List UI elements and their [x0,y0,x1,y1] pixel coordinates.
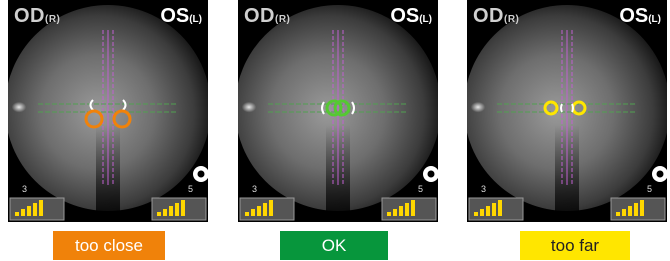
status-badge-too-close: too close [53,231,165,260]
level-right: 5 [188,184,194,194]
status-text: OK [321,235,347,255]
os-label: OS(L) [390,5,432,27]
od-label: OD(R) [473,5,520,27]
level-left: 3 [481,184,487,194]
level-left: 3 [252,184,258,194]
brightness-indicator-right [151,197,207,221]
fundus-image [238,5,438,221]
fundus-panel-too-close: OD(R) OS(L) 3 5 [8,0,208,222]
fundus-panel-ok: OD(R) OS(L) 3 5 [238,0,438,222]
fundus-image [8,5,208,221]
fundus-panel-too-far: OD(R) OS(L) 3 5 [467,0,667,222]
os-label: OS(L) [160,5,202,27]
optic-disc-glare [10,86,70,130]
status-badge-ok: OK [280,231,388,260]
level-right: 5 [647,184,653,194]
level-right: 5 [418,184,424,194]
od-label: OD(R) [14,5,61,27]
status-text: too far [550,235,600,255]
status-badge-too-far: too far [520,231,630,260]
brightness-indicator-left [9,197,65,221]
os-label: OS(L) [619,5,661,27]
od-label: OD(R) [244,5,291,27]
status-text: too close [74,235,144,255]
level-left: 3 [22,184,28,194]
fundus-image [467,5,667,221]
